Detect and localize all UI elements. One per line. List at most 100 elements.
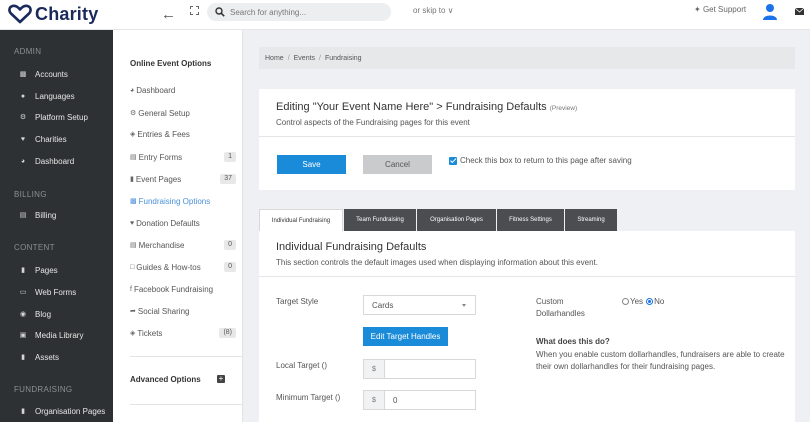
breadcrumb-separator: / [287,54,290,62]
local-target-field: $ [363,359,476,379]
minimum-target-label: Minimum Target () [276,393,341,402]
file-icon: ▮ [130,176,134,183]
tab-individual-fundraising[interactable]: Individual Fundraising [259,209,343,231]
editor-card: Editing "Your Event Name Here" > Fundrai… [259,89,795,190]
tab-fitness-settings[interactable]: Fitness Settings [497,209,564,231]
save-button[interactable]: Save [277,155,346,174]
sidebar-item-label: Organisation Pages [35,406,106,416]
guide-icon: □ [130,263,135,271]
sidebar-item-billing[interactable]: ▤ Billing [18,208,57,222]
user-avatar-icon[interactable] [762,3,778,21]
option-donation-defaults[interactable]: ♥ Donation Defaults [130,217,236,229]
breadcrumb: Home / Events / Fundraising [259,47,795,69]
target-style-value: Cards [372,300,394,310]
edit-target-handles-button[interactable]: Edit Target Handles [363,327,448,346]
users-icon: ▩ [19,71,27,78]
sidebar-item-blog[interactable]: ◉ Blog [18,307,51,321]
plus-icon[interactable]: + [217,375,225,383]
sidebar-item-label: Billing [35,210,57,220]
page-title: Editing "Your Event Name Here" > Fundrai… [276,101,577,113]
option-merchandise[interactable]: ▤ Merchandise 0 [130,239,236,251]
logo[interactable]: Charity [8,3,98,25]
blog-icon: ◉ [19,311,27,318]
pages-icon: ▮ [21,267,25,274]
option-entries-fees[interactable]: ◈ Entries & Fees [130,128,236,140]
sidebar-item-media-library[interactable]: ▣ Media Library [18,328,84,342]
event-options-panel: Online Event Options ◕ Dashboard ⚙ General… [113,30,243,422]
cancel-button[interactable]: Cancel [363,155,432,174]
radio-yes[interactable] [622,298,629,305]
sidebar-item-languages[interactable]: ● Languages [18,89,75,103]
option-label: Social Sharing [137,306,190,316]
sidebar-item-accounts[interactable]: ▩ Accounts [18,67,68,81]
page-title-text: Editing "Your Event Name Here" > Fundrai… [276,101,547,113]
dashboard-icon: ◕ [130,86,135,94]
option-event-pages[interactable]: ▮ Event Pages 37 [130,173,236,185]
option-label: Entries & Fees [137,129,190,139]
sidebar-item-organisation-pages[interactable]: ▮ Organisation Pages [18,404,105,418]
options-title: Online Event Options [130,59,212,68]
count-badge: 0 [224,262,236,272]
search-icon [215,7,225,17]
search-bar[interactable] [207,3,391,21]
sidebar-item-platform-setup[interactable]: ⚙ Platform Setup [18,110,88,124]
back-arrow-icon[interactable]: ← [161,6,176,23]
radio-no[interactable] [646,298,654,305]
users-icon: ▩ [130,198,137,205]
sidebar-item-web-forms[interactable]: ▭ Web Forms [18,285,77,299]
expand-icon[interactable] [190,6,199,15]
option-label: General Setup [138,108,190,118]
section-billing: BILLING [14,190,47,199]
option-general-setup[interactable]: ⚙ General Setup [130,107,236,119]
admin-sidebar: ADMIN ▩ Accounts ● Languages ⚙ Platform Set… [0,30,113,422]
divider [130,404,242,405]
globe-icon: ● [20,92,26,100]
sidebar-item-label: Charities [35,134,67,144]
search-input[interactable] [230,7,380,17]
sidebar-item-assets[interactable]: ▮ Assets [18,350,59,364]
help-text: When you enable custom dollarhandles, fu… [536,350,785,371]
option-entry-forms[interactable]: ▤ Entry Forms 1 [130,151,236,163]
option-label: Event Pages [135,174,182,184]
option-label: Donation Defaults [136,218,200,228]
option-social-sharing[interactable]: ➦ Social Sharing [130,305,236,317]
advanced-options-toggle[interactable]: Advanced Options [130,375,201,384]
return-checkbox[interactable] [449,156,457,165]
sidebar-item-pages[interactable]: ▮ Pages [18,263,58,277]
target-style-select[interactable]: Cards [363,295,476,315]
return-checkbox-row[interactable]: Check this box to return to this page af… [449,156,632,165]
tab-streaming[interactable]: Streaming [565,209,617,231]
cart-icon: ▤ [130,242,137,249]
get-support-link[interactable]: ✦ Get Support [694,5,746,14]
skip-to-dropdown[interactable]: or skip to ∨ [413,6,454,15]
option-guides[interactable]: □ Guides & How-tos 0 [130,261,236,273]
breadcrumb-events[interactable]: Events [294,55,315,62]
tab-team-fundraising[interactable]: Team Fundraising [344,209,416,231]
sidebar-item-dashboard[interactable]: ◕ Dashboard [18,154,74,168]
minimum-target-input[interactable] [385,391,475,409]
forms-icon: ▭ [19,289,27,296]
preview-link[interactable]: (Preview) [550,105,577,112]
section-fundraising: FUNDRAISING [14,385,73,394]
sidebar-item-label: Web Forms [35,287,77,297]
chevron-down-icon [462,304,466,307]
page-subtitle: Control aspects of the Fundraising pages… [276,118,470,127]
sidebar-item-label: Media Library [35,330,84,340]
sidebar-item-charities[interactable]: ♥ Charities [18,132,67,146]
local-target-input[interactable] [385,360,475,378]
option-fundraising-options[interactable]: ▩ Fundraising Options [130,195,236,207]
option-facebook-fundraising[interactable]: f Facebook Fundraising [130,283,236,295]
custom-dollarhandles-label: Custom Dollarhandles [536,297,585,318]
breadcrumb-home[interactable]: Home [265,55,284,62]
mail-icon[interactable] [795,8,804,15]
breadcrumb-current: Fundraising [325,54,362,62]
option-tickets[interactable]: ◈ Tickets (8) [130,327,236,339]
sidebar-item-label: Platform Setup [35,112,88,122]
tab-organisation-pages[interactable]: Organisation Pages [417,209,496,231]
brand-name: Charity [35,3,99,24]
option-dashboard[interactable]: ◕ Dashboard [130,84,236,96]
heart-icon: ♥ [20,135,26,143]
section-content: CONTENT [14,243,55,252]
custom-dollarhandles-radios: Yes No [622,297,664,306]
return-checkbox-label: Check this box to return to this page af… [460,156,632,165]
